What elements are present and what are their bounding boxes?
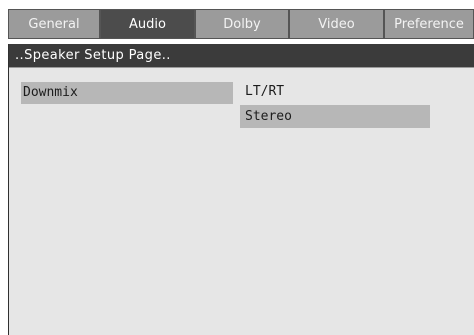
tab-preference[interactable]: Preference: [384, 9, 474, 39]
tab-general[interactable]: General: [8, 9, 100, 39]
option-stereo[interactable]: Stereo: [240, 105, 430, 128]
setup-tab-bar: General Audio Dolby Video Preference: [0, 0, 474, 44]
setting-downmix[interactable]: Downmix: [21, 82, 233, 104]
setup-menu-screen: General Audio Dolby Video Preference ..S…: [0, 0, 474, 335]
tab-audio[interactable]: Audio: [100, 9, 195, 39]
tab-dolby[interactable]: Dolby: [195, 9, 289, 39]
option-lt-rt[interactable]: LT/RT: [240, 80, 430, 103]
settings-panel: ..Speaker Setup Page.. Downmix LT/RT Ste…: [8, 44, 474, 335]
setting-label-downmix[interactable]: Downmix: [21, 82, 233, 104]
page-title: ..Speaker Setup Page..: [9, 44, 474, 67]
title-divider: [9, 67, 474, 68]
tab-video[interactable]: Video: [289, 9, 384, 39]
